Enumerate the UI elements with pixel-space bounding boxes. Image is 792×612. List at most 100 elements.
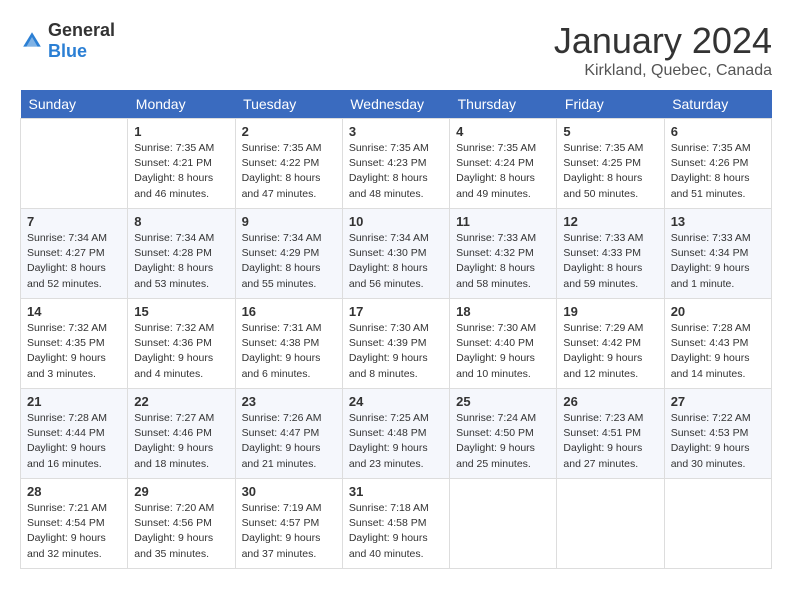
day-info: Sunrise: 7:35 AMSunset: 4:23 PMDaylight:… — [349, 141, 443, 202]
calendar-cell: 18 Sunrise: 7:30 AMSunset: 4:40 PMDayligh… — [450, 299, 557, 389]
calendar-week-row: 28 Sunrise: 7:21 AMSunset: 4:54 PMDayligh… — [21, 479, 772, 569]
logo-icon — [20, 29, 44, 53]
day-info: Sunrise: 7:21 AMSunset: 4:54 PMDaylight:… — [27, 501, 121, 562]
location-title: Kirkland, Quebec, Canada — [554, 62, 772, 80]
day-number: 18 — [456, 304, 550, 319]
month-title: January 2024 — [554, 20, 772, 62]
header: General Blue January 2024 Kirkland, Queb… — [20, 20, 772, 80]
day-info: Sunrise: 7:28 AMSunset: 4:44 PMDaylight:… — [27, 411, 121, 472]
day-info: Sunrise: 7:35 AMSunset: 4:21 PMDaylight:… — [134, 141, 228, 202]
logo-blue: Blue — [48, 41, 87, 61]
calendar-cell — [450, 479, 557, 569]
weekday-header-thursday: Thursday — [450, 90, 557, 119]
calendar-cell: 17 Sunrise: 7:30 AMSunset: 4:39 PMDayligh… — [342, 299, 449, 389]
calendar-cell: 23 Sunrise: 7:26 AMSunset: 4:47 PMDayligh… — [235, 389, 342, 479]
day-info: Sunrise: 7:32 AMSunset: 4:36 PMDaylight:… — [134, 321, 228, 382]
calendar-cell: 21Sunrise: 7:28 AMSunset: 4:44 PMDayligh… — [21, 389, 128, 479]
day-number: 10 — [349, 214, 443, 229]
calendar-cell: 19 Sunrise: 7:29 AMSunset: 4:42 PMDayligh… — [557, 299, 664, 389]
calendar-cell — [21, 119, 128, 209]
day-info: Sunrise: 7:26 AMSunset: 4:47 PMDaylight:… — [242, 411, 336, 472]
day-info: Sunrise: 7:33 AMSunset: 4:34 PMDaylight:… — [671, 231, 765, 292]
day-info: Sunrise: 7:35 AMSunset: 4:22 PMDaylight:… — [242, 141, 336, 202]
calendar-cell: 14Sunrise: 7:32 AMSunset: 4:35 PMDayligh… — [21, 299, 128, 389]
day-info: Sunrise: 7:19 AMSunset: 4:57 PMDaylight:… — [242, 501, 336, 562]
day-number: 11 — [456, 214, 550, 229]
day-number: 4 — [456, 124, 550, 139]
weekday-header-monday: Monday — [128, 90, 235, 119]
day-info: Sunrise: 7:34 AMSunset: 4:28 PMDaylight:… — [134, 231, 228, 292]
calendar-cell: 5Sunrise: 7:35 AMSunset: 4:25 PMDaylight… — [557, 119, 664, 209]
day-info: Sunrise: 7:35 AMSunset: 4:24 PMDaylight:… — [456, 141, 550, 202]
day-number: 19 — [563, 304, 657, 319]
day-number: 24 — [349, 394, 443, 409]
calendar-cell: 8 Sunrise: 7:34 AMSunset: 4:28 PMDaylight… — [128, 209, 235, 299]
weekday-header-row: SundayMondayTuesdayWednesdayThursdayFrid… — [21, 90, 772, 119]
calendar-cell: 16 Sunrise: 7:31 AMSunset: 4:38 PMDayligh… — [235, 299, 342, 389]
calendar-cell: 11 Sunrise: 7:33 AMSunset: 4:32 PMDayligh… — [450, 209, 557, 299]
day-number: 13 — [671, 214, 765, 229]
calendar-cell: 3Sunrise: 7:35 AMSunset: 4:23 PMDaylight… — [342, 119, 449, 209]
day-number: 2 — [242, 124, 336, 139]
weekday-header-friday: Friday — [557, 90, 664, 119]
weekday-header-sunday: Sunday — [21, 90, 128, 119]
day-info: Sunrise: 7:27 AMSunset: 4:46 PMDaylight:… — [134, 411, 228, 472]
day-number: 9 — [242, 214, 336, 229]
day-number: 25 — [456, 394, 550, 409]
day-number: 7 — [27, 214, 121, 229]
day-info: Sunrise: 7:25 AMSunset: 4:48 PMDaylight:… — [349, 411, 443, 472]
day-info: Sunrise: 7:34 AMSunset: 4:29 PMDaylight:… — [242, 231, 336, 292]
day-number: 15 — [134, 304, 228, 319]
day-info: Sunrise: 7:34 AMSunset: 4:30 PMDaylight:… — [349, 231, 443, 292]
day-info: Sunrise: 7:18 AMSunset: 4:58 PMDaylight:… — [349, 501, 443, 562]
day-info: Sunrise: 7:24 AMSunset: 4:50 PMDaylight:… — [456, 411, 550, 472]
calendar-cell: 31 Sunrise: 7:18 AMSunset: 4:58 PMDayligh… — [342, 479, 449, 569]
title-area: January 2024 Kirkland, Quebec, Canada — [554, 20, 772, 80]
day-number: 29 — [134, 484, 228, 499]
calendar-cell: 27Sunrise: 7:22 AMSunset: 4:53 PMDayligh… — [664, 389, 771, 479]
calendar-cell: 20Sunrise: 7:28 AMSunset: 4:43 PMDayligh… — [664, 299, 771, 389]
day-info: Sunrise: 7:32 AMSunset: 4:35 PMDaylight:… — [27, 321, 121, 382]
calendar-cell: 2 Sunrise: 7:35 AMSunset: 4:22 PMDaylight… — [235, 119, 342, 209]
calendar-week-row: 21Sunrise: 7:28 AMSunset: 4:44 PMDayligh… — [21, 389, 772, 479]
day-number: 1 — [134, 124, 228, 139]
calendar-week-row: 7Sunrise: 7:34 AMSunset: 4:27 PMDaylight… — [21, 209, 772, 299]
day-info: Sunrise: 7:23 AMSunset: 4:51 PMDaylight:… — [563, 411, 657, 472]
calendar-cell: 7Sunrise: 7:34 AMSunset: 4:27 PMDaylight… — [21, 209, 128, 299]
calendar-cell: 26 Sunrise: 7:23 AMSunset: 4:51 PMDayligh… — [557, 389, 664, 479]
calendar-cell: 1 Sunrise: 7:35 AMSunset: 4:21 PMDaylight… — [128, 119, 235, 209]
day-info: Sunrise: 7:22 AMSunset: 4:53 PMDaylight:… — [671, 411, 765, 472]
day-number: 31 — [349, 484, 443, 499]
calendar-cell: 15 Sunrise: 7:32 AMSunset: 4:36 PMDayligh… — [128, 299, 235, 389]
calendar-week-row: 14Sunrise: 7:32 AMSunset: 4:35 PMDayligh… — [21, 299, 772, 389]
day-number: 26 — [563, 394, 657, 409]
weekday-header-saturday: Saturday — [664, 90, 771, 119]
day-info: Sunrise: 7:29 AMSunset: 4:42 PMDaylight:… — [563, 321, 657, 382]
day-number: 28 — [27, 484, 121, 499]
day-number: 17 — [349, 304, 443, 319]
day-number: 22 — [134, 394, 228, 409]
day-info: Sunrise: 7:20 AMSunset: 4:56 PMDaylight:… — [134, 501, 228, 562]
day-number: 23 — [242, 394, 336, 409]
day-number: 30 — [242, 484, 336, 499]
day-info: Sunrise: 7:33 AMSunset: 4:32 PMDaylight:… — [456, 231, 550, 292]
day-info: Sunrise: 7:30 AMSunset: 4:39 PMDaylight:… — [349, 321, 443, 382]
calendar-cell: 12Sunrise: 7:33 AMSunset: 4:33 PMDayligh… — [557, 209, 664, 299]
calendar-cell: 13 Sunrise: 7:33 AMSunset: 4:34 PMDayligh… — [664, 209, 771, 299]
calendar-cell: 6Sunrise: 7:35 AMSunset: 4:26 PMDaylight… — [664, 119, 771, 209]
calendar-cell: 24 Sunrise: 7:25 AMSunset: 4:48 PMDayligh… — [342, 389, 449, 479]
calendar-cell: 25 Sunrise: 7:24 AMSunset: 4:50 PMDayligh… — [450, 389, 557, 479]
day-info: Sunrise: 7:30 AMSunset: 4:40 PMDaylight:… — [456, 321, 550, 382]
logo: General Blue — [20, 20, 115, 62]
logo-general: General — [48, 20, 115, 40]
calendar-cell — [664, 479, 771, 569]
day-number: 16 — [242, 304, 336, 319]
weekday-header-wednesday: Wednesday — [342, 90, 449, 119]
day-info: Sunrise: 7:35 AMSunset: 4:26 PMDaylight:… — [671, 141, 765, 202]
calendar-cell: 30 Sunrise: 7:19 AMSunset: 4:57 PMDayligh… — [235, 479, 342, 569]
day-info: Sunrise: 7:31 AMSunset: 4:38 PMDaylight:… — [242, 321, 336, 382]
day-number: 8 — [134, 214, 228, 229]
day-info: Sunrise: 7:28 AMSunset: 4:43 PMDaylight:… — [671, 321, 765, 382]
calendar-week-row: 1 Sunrise: 7:35 AMSunset: 4:21 PMDaylight… — [21, 119, 772, 209]
calendar-cell: 9 Sunrise: 7:34 AMSunset: 4:29 PMDaylight… — [235, 209, 342, 299]
